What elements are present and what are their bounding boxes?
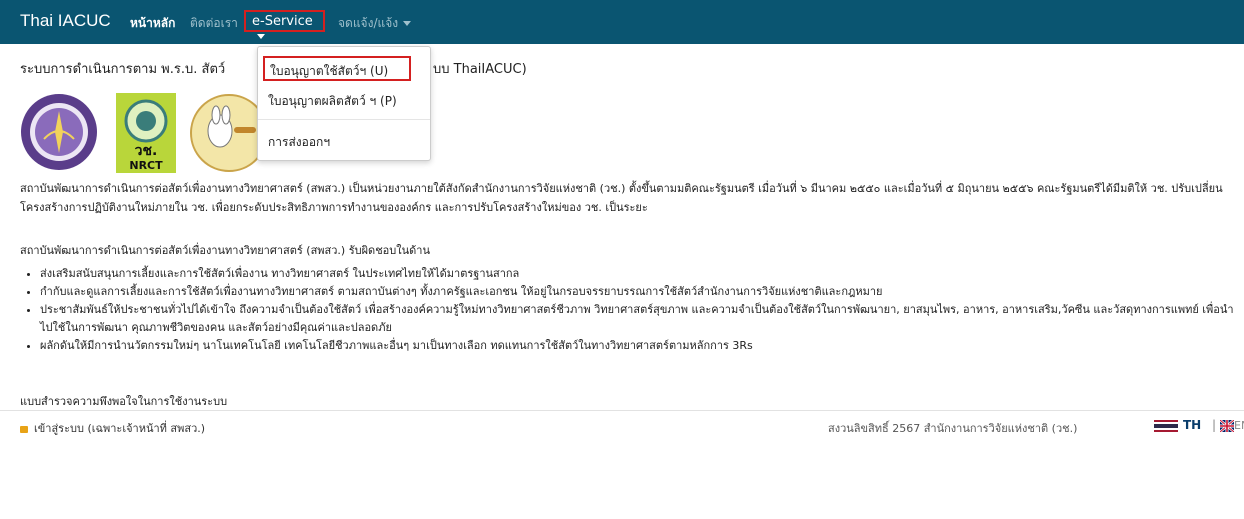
thai-flag-icon[interactable] — [1154, 420, 1178, 432]
menu-item-export[interactable]: การส่งออกฯ — [268, 133, 330, 152]
page-subtitle: ระบบการดำเนินการตาม พ.ร.บ. สัตว์ — [20, 62, 226, 77]
survey-link[interactable]: แบบสำรวจความพึงพอใจในการใช้งานระบบ — [20, 392, 227, 410]
menu-divider — [258, 119, 430, 120]
list-item: ผลักดันให้มีการนำนวัตกรรมใหม่ๆ นาโนเทคโน… — [40, 337, 1240, 355]
nav-report-dropdown[interactable]: จดแจ้ง/แจ้ง — [338, 14, 412, 33]
caret-down-icon — [257, 34, 265, 39]
nav-eservice-label: e-Service — [252, 14, 313, 29]
list-item: ประชาสัมพันธ์ให้ประชาชนทั่วไปได้เข้าใจ ถ… — [40, 301, 1240, 337]
nrct-thai-text: วช. — [135, 143, 158, 159]
footer-divider — [0, 410, 1244, 411]
nav-eservice-dropdown[interactable]: e-Service — [244, 10, 325, 39]
page-subtitle-end: บบ ThaiIACUC) — [433, 62, 527, 77]
login-label: เข้าสู่ระบบ (เฉพาะเจ้าหน้าที่ สพสว.) — [34, 422, 206, 435]
responsibility-list: ส่งเสริมสนับสนุนการเลี้ยงและการใช้สัตว์เ… — [20, 265, 1240, 355]
list-item: กำกับและดูแลการเลี้ยงและการใช้สัตว์เพื่อ… — [40, 283, 1240, 301]
copyright-text: สงวนลิขสิทธิ์ 2567 สำนักงานการวิจัยแห่งช… — [828, 422, 1078, 435]
navbar: Thai IACUC หน้าหลัก ติดต่อเรา e-Service … — [0, 0, 1244, 44]
eservice-dropdown-menu: ใบอนุญาตใช้สัตว์ฯ (U) ใบอนุญาตผลิตสัตว์ … — [257, 46, 431, 161]
uk-flag-icon[interactable] — [1220, 420, 1234, 432]
intro-paragraph: สถาบันพัฒนาการดำเนินการต่อสัตว์เพื่องานท… — [20, 182, 1223, 214]
lang-separator: | — [1212, 418, 1217, 432]
menu-item-production-license[interactable]: ใบอนุญาตผลิตสัตว์ ฯ (P) — [268, 92, 397, 111]
nav-contact[interactable]: ติดต่อเรา — [190, 14, 238, 33]
lang-th-link[interactable]: TH — [1183, 418, 1201, 432]
responsibility-heading: สถาบันพัฒนาการดำเนินการต่อสัตว์เพื่องานท… — [20, 244, 430, 257]
nrct-en-text: NRCT — [129, 159, 163, 172]
nrct-logo: วช. NRCT — [116, 93, 176, 173]
staff-login-link[interactable]: เข้าสู่ระบบ (เฉพาะเจ้าหน้าที่ สพสว.) — [20, 419, 205, 437]
lock-icon — [20, 426, 28, 433]
menu-item-use-license[interactable]: ใบอนุญาตใช้สัตว์ฯ (U) — [263, 56, 411, 81]
nav-home[interactable]: หน้าหลัก — [130, 14, 175, 33]
nav-report-label: จดแจ้ง/แจ้ง — [338, 16, 399, 30]
lang-en-link[interactable]: EN — [1234, 419, 1244, 432]
institute-logo — [21, 94, 97, 170]
list-item: ส่งเสริมสนับสนุนการเลี้ยงและการใช้สัตว์เ… — [40, 265, 1240, 283]
brand-link[interactable]: Thai IACUC — [20, 11, 111, 31]
caret-down-icon — [403, 21, 412, 26]
